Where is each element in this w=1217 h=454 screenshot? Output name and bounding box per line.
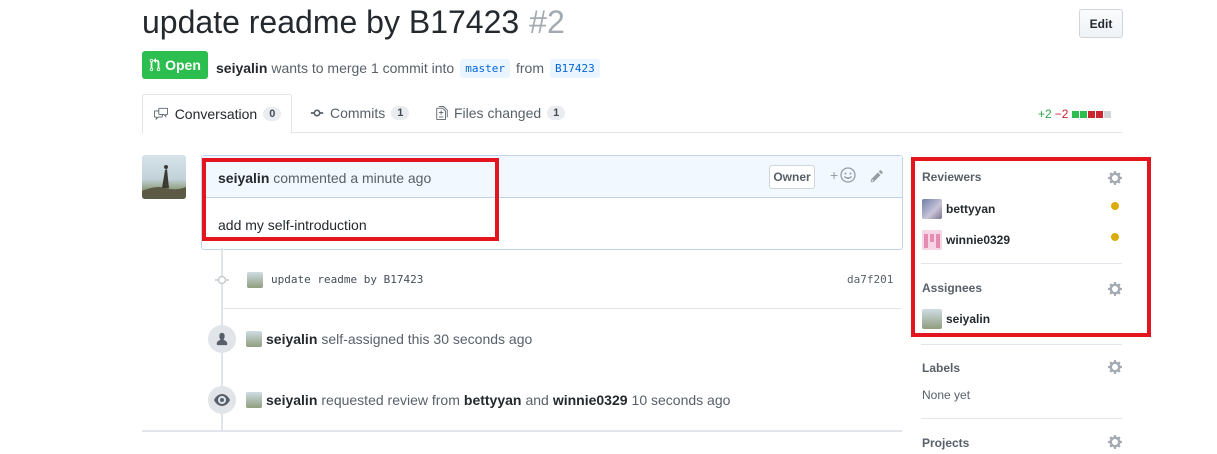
base-branch[interactable]: master [460, 59, 510, 78]
highlight-box-sidebar [911, 157, 1151, 337]
event-badge-assigned [208, 325, 236, 353]
event-reviewer-link[interactable]: winnie0329 [553, 392, 628, 408]
event-self-assigned: seiyalin self-assigned this 30 seconds a… [246, 331, 532, 347]
file-diff-icon [436, 106, 448, 120]
comment-author-avatar[interactable] [142, 155, 186, 199]
comment-discussion-icon [153, 107, 168, 121]
timeline-divider [223, 308, 901, 309]
owner-badge: Owner [769, 165, 815, 189]
add-reaction-button[interactable]: + [830, 167, 856, 183]
event-text: requested review from [321, 392, 460, 408]
event-badge-review-requested [208, 386, 236, 414]
event-actor-link[interactable]: seiyalin [266, 392, 317, 408]
edit-comment-button[interactable] [870, 169, 884, 188]
event-review-requested: seiyalin requested review from bettyyan … [246, 392, 730, 408]
eye-icon [214, 394, 230, 406]
head-branch[interactable]: B17423 [549, 59, 600, 78]
commit-sha-link[interactable]: da7f201 [847, 273, 893, 286]
tab-conversation[interactable]: Conversation 0 [142, 94, 292, 134]
event-actor-link[interactable]: seiyalin [266, 331, 317, 347]
pr-meta: seiyalin wants to merge 1 commit into ma… [216, 58, 606, 78]
tab-conversation-count: 0 [263, 107, 282, 121]
reaction-plus: + [830, 167, 839, 183]
smiley-icon [840, 167, 856, 183]
highlight-box-comment [202, 158, 499, 241]
event-actor-avatar[interactable] [246, 331, 262, 347]
projects-gear-icon[interactable] [1107, 434, 1123, 450]
event-text: self-assigned this 30 seconds ago [321, 331, 533, 347]
merge-text: wants to merge 1 commit into [271, 59, 455, 76]
labels-value: None yet [922, 388, 971, 402]
event-and-text: and [525, 392, 549, 408]
commit-message-link[interactable]: update readme by B17423 [271, 273, 423, 286]
pr-title: update readme by B17423 #2 [142, 4, 565, 41]
git-commit-icon [310, 109, 324, 117]
projects-title[interactable]: Projects [922, 436, 969, 450]
sidebar-divider [921, 344, 1122, 345]
diffstat: +2 −2 [1038, 107, 1112, 121]
tab-commits-label: Commits [330, 105, 386, 121]
sidebar-divider [921, 418, 1122, 419]
pr-state-label: Open [165, 57, 201, 73]
tab-files-changed-label: Files changed [454, 105, 542, 121]
tab-files-changed-count: 1 [547, 106, 566, 120]
tab-files-changed[interactable]: Files changed 1 [436, 94, 566, 132]
pencil-icon [870, 170, 883, 183]
commit-author-avatar[interactable] [247, 272, 263, 288]
person-icon [216, 332, 228, 346]
tab-commits-count: 1 [391, 106, 410, 120]
pr-number: #2 [529, 4, 565, 40]
pr-author-link[interactable]: seiyalin [216, 60, 267, 76]
edit-button[interactable]: Edit [1079, 9, 1123, 38]
timeline-end-divider [142, 430, 902, 432]
event-reviewer-link[interactable]: bettyyan [464, 392, 522, 408]
event-actor-avatar[interactable] [246, 392, 262, 408]
tab-conversation-label: Conversation [174, 106, 258, 122]
event-time[interactable]: 10 seconds ago [632, 392, 731, 408]
pull-request-icon [149, 58, 161, 72]
tab-commits[interactable]: Commits 1 [310, 94, 410, 132]
pr-state-badge: Open [142, 51, 208, 79]
diffstat-deletions: −2 [1054, 107, 1069, 121]
diffstat-additions: +2 [1038, 107, 1052, 121]
pr-title-text: update readme by B17423 [142, 4, 520, 40]
labels-title[interactable]: Labels [922, 361, 960, 375]
commit-row: update readme by B17423 da7f201 [223, 270, 901, 290]
from-text: from [515, 59, 544, 76]
diffstat-blocks [1071, 107, 1112, 121]
labels-gear-icon[interactable] [1107, 359, 1123, 375]
